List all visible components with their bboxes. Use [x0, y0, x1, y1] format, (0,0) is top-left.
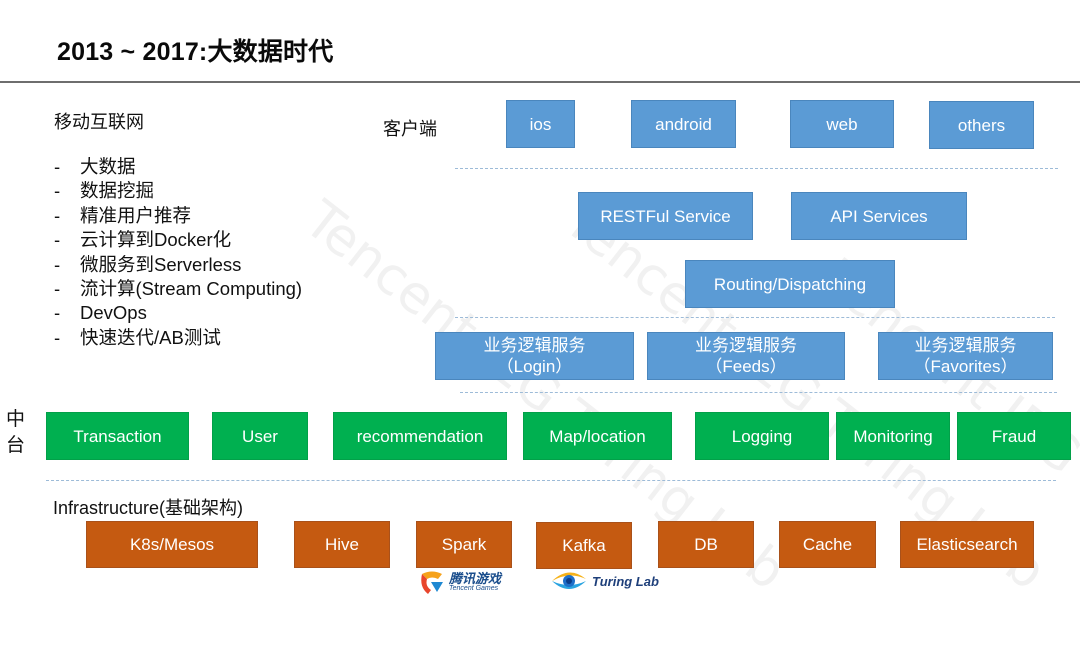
- layer-divider: [46, 480, 1056, 481]
- service-box-restful: RESTFul Service: [578, 192, 753, 240]
- layer-divider: [455, 317, 1055, 318]
- client-layer-label: 客户端: [383, 119, 437, 139]
- layer-divider: [460, 392, 1057, 393]
- infra-box-k8s-mesos: K8s/Mesos: [86, 521, 258, 568]
- routing-dispatching-box: Routing/Dispatching: [685, 260, 895, 308]
- tencent-games-icon: [421, 571, 443, 594]
- middle-box-fraud: Fraud: [957, 412, 1071, 460]
- middle-box-map-location: Map/location: [523, 412, 672, 460]
- bullet-item: - 流计算(Stream Computing): [54, 278, 303, 300]
- client-box-web: web: [790, 100, 894, 148]
- title-divider: [0, 81, 1080, 83]
- infra-box-db: DB: [658, 521, 754, 568]
- page-title: 2013 ~ 2017:大数据时代: [57, 38, 334, 66]
- middle-box-monitoring: Monitoring: [836, 412, 950, 460]
- turing-lab-eye-icon: [552, 572, 586, 589]
- bullet-item: - DevOps: [54, 302, 147, 324]
- business-box-login: 业务逻辑服务 （Login）: [435, 332, 634, 380]
- middle-box-transaction: Transaction: [46, 412, 189, 460]
- bullet-item: - 云计算到Docker化: [54, 229, 232, 251]
- client-box-ios: ios: [506, 100, 575, 148]
- middle-box-logging: Logging: [695, 412, 829, 460]
- infrastructure-label: Infrastructure(基础架构): [53, 498, 244, 518]
- left-panel-heading: 移动互联网: [54, 112, 144, 132]
- tencent-games-en: Tencent Games: [449, 584, 499, 592]
- tencent-games-cn: 腾讯游戏: [449, 570, 502, 586]
- bullet-list: - 大数据 - 数据挖掘 - 精准用户推荐 - 云计算到Docker化 - 微服务到Ser…: [54, 155, 302, 350]
- turing-lab-text: Turing Lab: [592, 573, 659, 589]
- turing-lab-logo: Turing Lab: [550, 569, 659, 593]
- infra-box-kafka: Kafka: [536, 522, 632, 569]
- client-box-others: others: [929, 101, 1034, 149]
- middle-platform-label-bottom: 台: [6, 435, 26, 456]
- middle-box-user: User: [212, 412, 308, 460]
- infra-box-elasticsearch: Elasticsearch: [900, 521, 1034, 568]
- business-box-feeds: 业务逻辑服务 （Feeds）: [647, 332, 845, 380]
- bullet-item: - 微服务到Serverless: [54, 253, 242, 275]
- bullet-item: - 大数据: [54, 156, 136, 177]
- infra-box-cache: Cache: [779, 521, 876, 568]
- middle-box-recommendation: recommendation: [333, 412, 507, 460]
- layer-divider: [455, 168, 1058, 169]
- tencent-games-logo: 腾讯游戏 Tencent Games: [419, 570, 501, 594]
- bullet-item: - 精准用户推荐: [54, 204, 192, 226]
- infra-box-hive: Hive: [294, 521, 390, 568]
- service-box-api: API Services: [791, 192, 967, 240]
- business-box-favorites: 业务逻辑服务 （Favorites）: [878, 332, 1053, 380]
- client-box-android: android: [631, 100, 736, 148]
- bullet-item: - 数据挖掘: [54, 180, 155, 202]
- bullet-item: - 快速迭代/AB测试: [54, 326, 221, 348]
- infra-box-spark: Spark: [416, 521, 512, 568]
- middle-platform-label-top: 中: [6, 409, 26, 430]
